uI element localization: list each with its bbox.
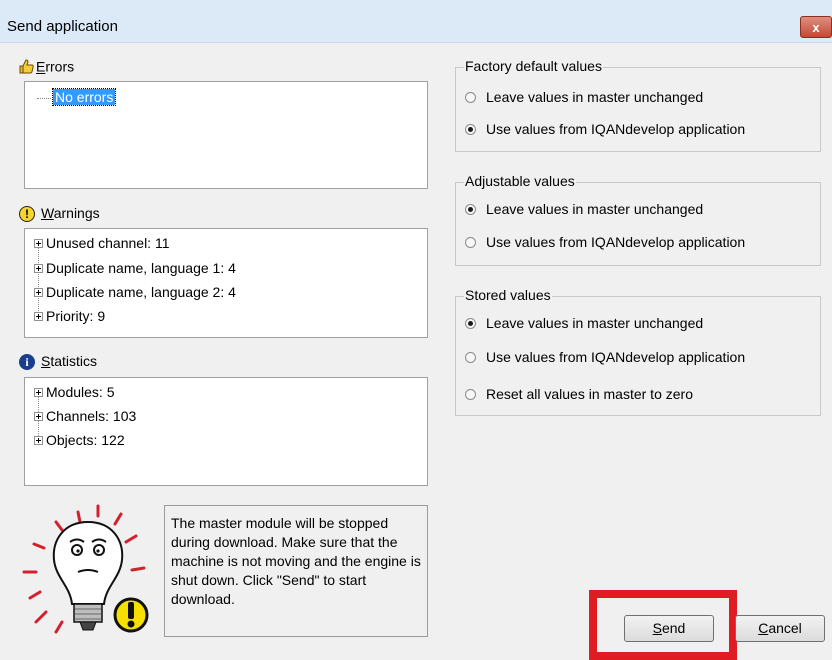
errors-item-text: No errors: [51, 88, 117, 106]
table-row[interactable]: Priority: 9: [34, 308, 105, 328]
expand-icon[interactable]: [34, 311, 43, 321]
window-title: Send application: [7, 18, 118, 35]
errors-label: Errors: [18, 58, 74, 78]
cancel-label: ancel: [768, 620, 802, 636]
errors-list[interactable]: No errors: [24, 81, 428, 189]
warning-item: Duplicate name, language 2: 4: [46, 284, 236, 300]
errors-label-accel: E: [36, 58, 46, 75]
factory-default-title: Factory default values: [464, 58, 603, 74]
radio-button[interactable]: [465, 203, 476, 215]
warning-item: Duplicate name, language 1: 4: [46, 260, 236, 276]
radio-button[interactable]: [465, 317, 476, 329]
exclamation-icon: !: [19, 206, 35, 223]
warnings-label-accel: W: [41, 205, 54, 221]
adjustable-title: Adjustable values: [464, 173, 576, 189]
table-row[interactable]: Modules: 5: [34, 384, 114, 404]
option-label: Use values from IQANdevelop application: [486, 349, 746, 365]
factory-default-option-leave[interactable]: Leave values in master unchanged: [465, 89, 703, 105]
cancel-accel: C: [758, 620, 769, 636]
cancel-button[interactable]: Cancel: [735, 615, 825, 642]
option-label: Use values from IQANdevelop application: [486, 234, 746, 250]
table-row[interactable]: Objects: 122: [34, 432, 125, 452]
statistics-label: i Statistics: [19, 353, 98, 371]
expand-icon[interactable]: [34, 287, 43, 297]
statistics-list[interactable]: Modules: 5 Channels: 103 Objects: 122: [24, 377, 428, 486]
info-message: The master module will be stopped during…: [171, 515, 421, 607]
tree-line: [37, 97, 51, 99]
statistics-label-text: tatistics: [50, 353, 98, 369]
radio-button[interactable]: [465, 388, 476, 400]
table-row[interactable]: Duplicate name, language 2: 4: [34, 284, 236, 304]
info-icon: i: [19, 354, 35, 371]
radio-button[interactable]: [465, 123, 476, 135]
table-row[interactable]: Duplicate name, language 1: 4: [34, 260, 236, 280]
table-row[interactable]: Channels: 103: [34, 408, 136, 428]
option-label: Leave values in master unchanged: [486, 89, 704, 105]
radio-button[interactable]: [465, 351, 476, 363]
thumbs-up-icon: [18, 58, 36, 78]
adjustable-option-use[interactable]: Use values from IQANdevelop application: [465, 234, 745, 250]
list-item[interactable]: No errors: [37, 88, 117, 109]
statistics-item: Modules: 5: [46, 384, 115, 400]
expand-icon[interactable]: [34, 411, 43, 421]
option-label: Leave values in master unchanged: [486, 201, 704, 217]
statistics-item: Channels: 103: [46, 408, 137, 424]
adjustable-option-leave[interactable]: Leave values in master unchanged: [465, 201, 703, 217]
send-highlight-box: [589, 590, 737, 660]
stored-group: Stored values Leave values in master unc…: [455, 287, 821, 416]
table-row[interactable]: Unused channel: 11: [34, 235, 170, 255]
close-button[interactable]: x: [800, 16, 832, 38]
title-bar: Send application x: [0, 0, 832, 43]
errors-label-text: rrors: [45, 58, 75, 75]
stored-option-reset[interactable]: Reset all values in master to zero: [465, 386, 693, 402]
statistics-item: Objects: 122: [46, 432, 125, 448]
statistics-label-accel: S: [41, 353, 51, 369]
option-label: Use values from IQANdevelop application: [486, 121, 746, 137]
option-label: Leave values in master unchanged: [486, 315, 704, 331]
warnings-list[interactable]: Unused channel: 11 Duplicate name, langu…: [24, 228, 428, 338]
expand-icon[interactable]: [34, 263, 43, 273]
stored-option-leave[interactable]: Leave values in master unchanged: [465, 315, 703, 331]
warning-item: Unused channel: 11: [46, 235, 170, 251]
expand-icon[interactable]: [34, 238, 43, 248]
factory-default-group: Factory default values Leave values in m…: [455, 58, 821, 152]
stored-title: Stored values: [464, 287, 552, 303]
info-message-box: The master module will be stopped during…: [164, 505, 428, 637]
radio-button[interactable]: [465, 236, 476, 248]
radio-button[interactable]: [465, 91, 476, 103]
option-label: Reset all values in master to zero: [486, 386, 693, 402]
warning-item: Priority: 9: [46, 308, 106, 324]
factory-default-option-use[interactable]: Use values from IQANdevelop application: [465, 121, 745, 137]
close-icon: x: [812, 20, 820, 35]
warnings-label-text: arnings: [53, 205, 100, 221]
stored-option-use[interactable]: Use values from IQANdevelop application: [465, 349, 745, 365]
expand-icon[interactable]: [34, 387, 43, 397]
lightbulb-warning-icon: [18, 500, 158, 640]
adjustable-group: Adjustable values Leave values in master…: [455, 173, 821, 266]
warnings-label: ! Warnings: [19, 205, 100, 223]
expand-icon[interactable]: [34, 435, 43, 445]
